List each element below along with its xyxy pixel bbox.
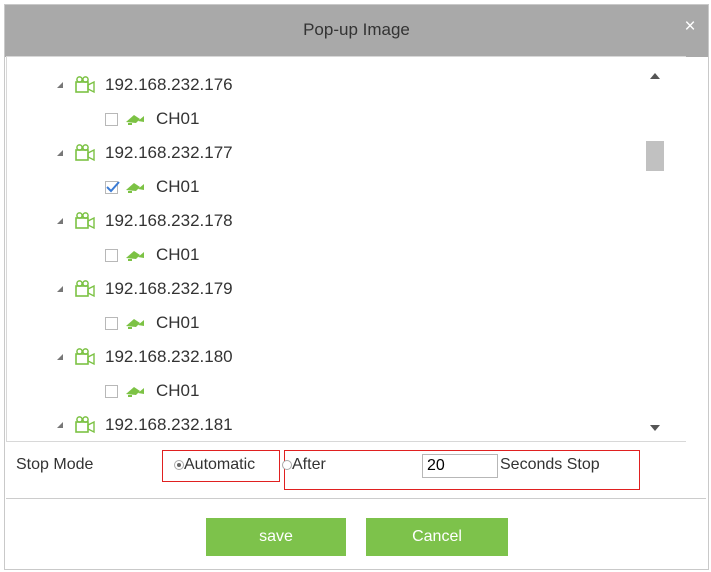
- camera-device-icon: [75, 416, 95, 434]
- dialog-title: Pop-up Image: [303, 20, 410, 39]
- camera-device-icon: [75, 280, 95, 298]
- device-ip-label[interactable]: 192.168.232.179: [105, 279, 233, 299]
- device-ip-label[interactable]: 192.168.232.181: [105, 415, 233, 435]
- channel-camera-icon: [126, 319, 144, 329]
- scroll-up-arrow-icon[interactable]: [650, 73, 660, 79]
- tree-device-row: 192.168.232.181: [57, 411, 233, 439]
- tree-channel-row: CH01: [105, 241, 199, 269]
- checkmark-icon: [106, 180, 120, 192]
- expand-toggle-icon[interactable]: [57, 422, 63, 428]
- stop-mode-label: Stop Mode: [16, 456, 94, 473]
- close-icon[interactable]: ×: [682, 17, 698, 36]
- device-tree: 192.168.232.176 CH01 192.168.232.177 CH0…: [6, 56, 686, 442]
- channel-checkbox[interactable]: [105, 112, 118, 126]
- channel-label[interactable]: CH01: [156, 381, 199, 401]
- tree-channel-row: CH01: [105, 309, 199, 337]
- expand-toggle-icon[interactable]: [57, 354, 63, 360]
- scroll-down-arrow-icon[interactable]: [650, 425, 660, 431]
- automatic-radio[interactable]: [174, 459, 184, 470]
- camera-device-icon: [75, 76, 95, 94]
- tree-channel-row: CH01: [105, 173, 199, 201]
- camera-device-icon: [75, 144, 95, 162]
- dialog-titlebar: Pop-up Image ×: [5, 5, 708, 57]
- tree-device-row: 192.168.232.176: [57, 71, 233, 99]
- device-ip-label[interactable]: 192.168.232.178: [105, 211, 233, 231]
- seconds-input[interactable]: [422, 454, 498, 478]
- expand-toggle-icon[interactable]: [57, 82, 63, 88]
- seconds-stop-label: Seconds Stop: [500, 456, 600, 473]
- channel-camera-icon: [126, 251, 144, 261]
- expand-toggle-icon[interactable]: [57, 218, 63, 224]
- footer-divider: [6, 498, 706, 499]
- automatic-label: Automatic: [184, 456, 256, 473]
- tree-device-row: 192.168.232.179: [57, 275, 233, 303]
- after-option[interactable]: After: [282, 456, 326, 474]
- channel-camera-icon: [126, 387, 144, 397]
- channel-label[interactable]: CH01: [156, 313, 199, 333]
- tree-channel-row: CH01: [105, 105, 199, 133]
- tree-channel-row: CH01: [105, 377, 199, 405]
- channel-checkbox[interactable]: [105, 248, 118, 262]
- device-ip-label[interactable]: 192.168.232.176: [105, 75, 233, 95]
- cancel-button[interactable]: Cancel: [366, 518, 508, 556]
- channel-label[interactable]: CH01: [156, 245, 199, 265]
- camera-device-icon: [75, 212, 95, 230]
- tree-scrollbar[interactable]: [646, 57, 666, 441]
- automatic-option[interactable]: Automatic: [174, 456, 255, 474]
- tree-device-row: 192.168.232.178: [57, 207, 233, 235]
- stop-mode-row: Stop Mode Automatic After Seconds Stop: [6, 446, 706, 490]
- scrollbar-thumb[interactable]: [646, 141, 664, 171]
- tree-device-row: 192.168.232.180: [57, 343, 233, 371]
- camera-device-icon: [75, 348, 95, 366]
- channel-checkbox[interactable]: [105, 180, 120, 194]
- channel-camera-icon: [126, 115, 144, 125]
- device-ip-label[interactable]: 192.168.232.180: [105, 347, 233, 367]
- expand-toggle-icon[interactable]: [57, 150, 63, 156]
- channel-checkbox[interactable]: [105, 384, 118, 398]
- channel-label[interactable]: CH01: [156, 109, 199, 129]
- channel-label[interactable]: CH01: [156, 177, 199, 197]
- device-ip-label[interactable]: 192.168.232.177: [105, 143, 233, 163]
- tree-device-row: 192.168.232.177: [57, 139, 233, 167]
- after-label: After: [292, 456, 326, 473]
- channel-camera-icon: [126, 183, 144, 193]
- expand-toggle-icon[interactable]: [57, 286, 63, 292]
- channel-checkbox[interactable]: [105, 316, 118, 330]
- after-radio[interactable]: [282, 459, 292, 470]
- save-button[interactable]: save: [206, 518, 346, 556]
